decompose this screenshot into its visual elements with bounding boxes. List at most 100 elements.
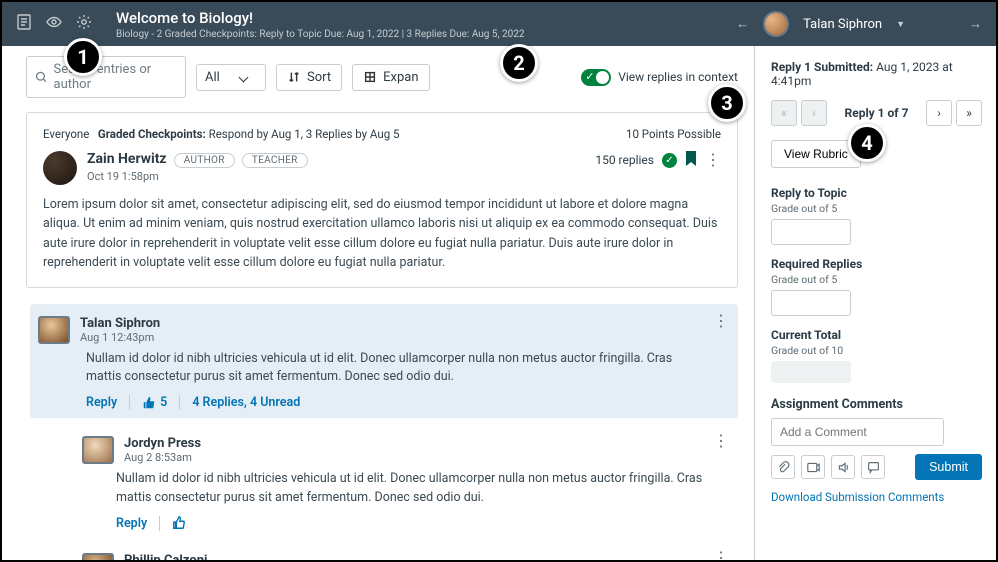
expand-label: Expan [383, 70, 418, 85]
toggle-label: View replies in context [618, 70, 738, 84]
comment-icon [867, 461, 880, 474]
separator [129, 395, 130, 410]
submitted-label: Reply 1 Submitted: [771, 60, 873, 74]
user-name[interactable]: Talan Siphron [803, 17, 882, 32]
thread-reply: ⋮ Phillip Calzoni Aug 4 11:14am Nullam i… [66, 541, 738, 561]
pager-last-button[interactable]: » [956, 100, 982, 126]
reply-count: 150 replies [595, 153, 654, 167]
teacher-badge: TEACHER [242, 153, 308, 168]
gear-icon[interactable] [76, 14, 92, 34]
thumbs-up-icon [172, 516, 186, 530]
reply-avatar[interactable] [82, 436, 114, 464]
current-total-sub: Grade out of 10 [771, 344, 982, 357]
reply-topic-grade-input[interactable] [771, 219, 851, 245]
thumbs-up-icon [142, 396, 156, 410]
reply-author: Jordyn Press [124, 436, 201, 451]
required-replies-label: Required Replies [771, 257, 982, 271]
like-button[interactable]: 5 [142, 395, 167, 410]
reply-author: Phillip Calzoni [124, 553, 207, 561]
topic-card: Everyone Graded Checkpoints: Respond by … [26, 112, 738, 288]
bookmark-icon[interactable] [685, 151, 697, 169]
assignment-comments-label: Assignment Comments [771, 397, 982, 412]
current-total-display [771, 361, 851, 383]
audience: Everyone [43, 127, 89, 141]
top-bar: Welcome to Biology! Biology - 2 Graded C… [2, 2, 996, 46]
sort-button[interactable]: Sort [276, 64, 342, 91]
expand-button[interactable]: Expan [352, 64, 429, 91]
checkpoints-text: Respond by Aug 1, 3 Replies by Aug 5 [209, 127, 400, 141]
filter-select-label: All [205, 70, 220, 85]
prev-student-arrow-icon[interactable]: ← [736, 16, 749, 32]
reply-topic-sub: Grade out of 5 [771, 202, 982, 215]
reply-pager: « ‹ Reply 1 of 7 › » [771, 100, 982, 126]
reply-body: Nullam id dolor id nibh ultricies vehicu… [116, 470, 706, 508]
chevron-down-icon [240, 70, 247, 85]
eye-icon[interactable] [46, 14, 62, 34]
rubric-icon[interactable] [16, 14, 32, 34]
callout-1: 1 [64, 38, 102, 76]
attach-file-button[interactable] [771, 455, 795, 479]
thread-link[interactable]: 4 Replies, 4 Unread [192, 395, 300, 410]
reply-avatar[interactable] [82, 553, 114, 561]
expand-icon [363, 70, 377, 84]
callout-3: 3 [708, 84, 746, 122]
pager-label: Reply 1 of 7 [831, 106, 922, 120]
kebab-icon[interactable]: ⋮ [713, 314, 728, 328]
sort-icon [287, 70, 301, 84]
search-icon [35, 70, 48, 84]
reply-button[interactable]: Reply [116, 516, 147, 531]
current-total-label: Current Total [771, 328, 982, 342]
filter-select[interactable]: All [196, 64, 266, 91]
view-context-toggle[interactable]: View replies in context [581, 69, 738, 86]
comment-input[interactable] [771, 418, 944, 446]
download-comments-link[interactable]: Download Submission Comments [771, 490, 944, 504]
required-replies-grade-input[interactable] [771, 290, 851, 316]
kebab-icon[interactable]: ⋮ [713, 551, 728, 561]
reply-topic-label: Reply to Topic [771, 186, 982, 200]
speech-button[interactable] [861, 455, 885, 479]
audio-button[interactable] [831, 455, 855, 479]
user-avatar[interactable] [763, 11, 789, 37]
grading-sidebar: Reply 1 Submitted: Aug 1, 2023 at 4:41pm… [754, 46, 996, 560]
pager-next-button[interactable]: › [926, 100, 952, 126]
sort-label: Sort [307, 70, 331, 85]
author-badge: AUTHOR [174, 153, 235, 168]
required-replies-sub: Grade out of 5 [771, 273, 982, 286]
checkpoints-label: Graded Checkpoints: [98, 127, 206, 141]
toggle-switch-icon [581, 69, 611, 86]
page-subtitle: Biology - 2 Graded Checkpoints: Reply to… [116, 29, 736, 40]
callout-2: 2 [500, 44, 538, 82]
student-reply: ⋮ Talan Siphron Aug 1 12:43pm Nullam id … [30, 304, 738, 419]
reply-body: Nullam id dolor id nibh ultricies vehicu… [86, 350, 676, 388]
thread-reply: ⋮ Jordyn Press Aug 2 8:53am Nullam id do… [66, 424, 738, 539]
media-icon [807, 461, 820, 474]
audio-icon [837, 461, 850, 474]
topic-date: Oct 19 1:58pm [87, 170, 308, 183]
submit-button[interactable]: Submit [915, 454, 982, 480]
reply-avatar[interactable] [38, 316, 70, 344]
like-count: 5 [160, 395, 167, 410]
pager-prev-button[interactable]: ‹ [801, 100, 827, 126]
reply-date: Aug 1 12:43pm [80, 331, 160, 344]
search-input[interactable]: Search entries or author [26, 56, 186, 98]
check-icon: ✓ [662, 153, 677, 168]
paperclip-icon [777, 461, 790, 474]
page-title: Welcome to Biology! [116, 9, 736, 27]
pager-first-button[interactable]: « [771, 100, 797, 126]
topic-body: Lorem ipsum dolor sit amet, consectetur … [43, 195, 721, 273]
caret-down-icon[interactable]: ▼ [896, 19, 905, 30]
media-button[interactable] [801, 455, 825, 479]
separator [179, 395, 180, 410]
discussion-main: Search entries or author All Sort Expan … [2, 46, 754, 560]
author-avatar[interactable] [43, 151, 77, 185]
like-button[interactable] [172, 516, 186, 530]
reply-button[interactable]: Reply [86, 395, 117, 410]
next-student-arrow-icon[interactable]: → [969, 16, 982, 32]
kebab-icon[interactable]: ⋮ [713, 434, 728, 448]
callout-4: 4 [848, 124, 886, 162]
reply-date: Aug 2 8:53am [124, 451, 201, 464]
kebab-icon[interactable]: ⋮ [705, 156, 721, 164]
points-possible: 10 Points Possible [626, 127, 721, 141]
reply-author: Talan Siphron [80, 316, 160, 331]
author-name: Zain Herwitz [87, 151, 167, 167]
